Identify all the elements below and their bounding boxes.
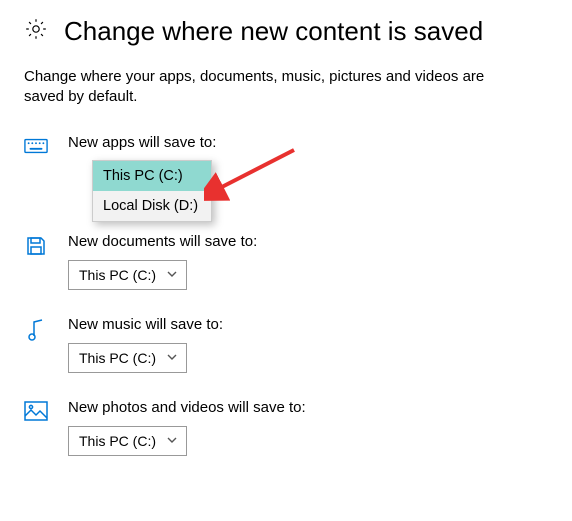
photos-combo-value: This PC (C:): [79, 433, 156, 449]
dropdown-option-this-pc[interactable]: This PC (C:): [93, 161, 211, 191]
page-description: Change where your apps, documents, music…: [0, 59, 520, 116]
music-combo[interactable]: This PC (C:): [68, 343, 187, 373]
dropdown-option-local-disk[interactable]: Local Disk (D:): [93, 191, 211, 221]
music-note-icon: [24, 316, 48, 342]
picture-icon: [24, 399, 48, 421]
photos-combo[interactable]: This PC (C:): [68, 426, 187, 456]
row-music: New music will save to: This PC (C:): [24, 316, 548, 373]
music-combo-value: This PC (C:): [79, 350, 156, 366]
chevron-down-icon: [166, 433, 178, 449]
row-apps-label: New apps will save to:: [68, 134, 548, 151]
chevron-down-icon: [166, 350, 178, 366]
row-photos-label: New photos and videos will save to:: [68, 399, 548, 416]
chevron-down-icon: [166, 267, 178, 283]
apps-dropdown-panel: This PC (C:) Local Disk (D:): [92, 160, 212, 222]
row-documents: New documents will save to: This PC (C:): [24, 233, 548, 290]
row-apps: New apps will save to: This PC (C:) Loca…: [24, 134, 548, 161]
documents-combo[interactable]: This PC (C:): [68, 260, 187, 290]
gear-icon: [24, 17, 48, 46]
documents-combo-value: This PC (C:): [79, 267, 156, 283]
page-title: Change where new content is saved: [64, 16, 483, 47]
row-photos: New photos and videos will save to: This…: [24, 399, 548, 456]
row-documents-label: New documents will save to:: [68, 233, 548, 250]
keyboard-icon: [24, 134, 48, 156]
row-music-label: New music will save to:: [68, 316, 548, 333]
save-icon: [24, 233, 48, 257]
